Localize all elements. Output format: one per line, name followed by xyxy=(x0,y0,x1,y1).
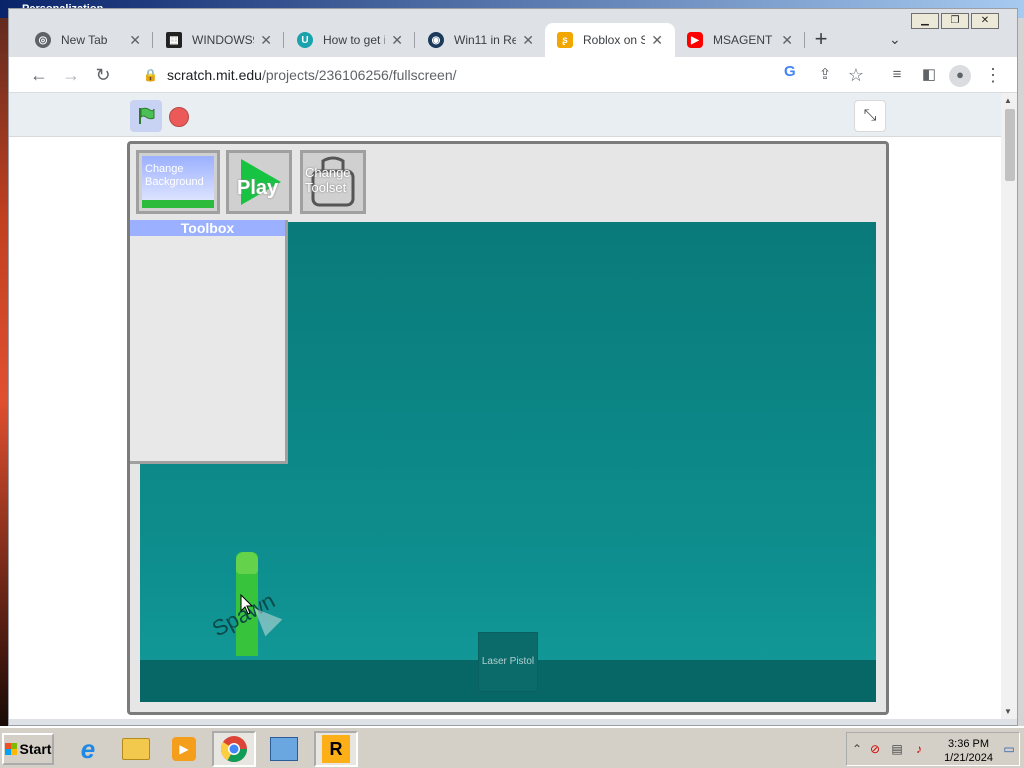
start-button[interactable]: Start xyxy=(2,733,54,765)
side-panel-icon[interactable]: ◧ xyxy=(919,65,939,85)
close-icon[interactable]: ✕ xyxy=(651,32,663,49)
tab-label: How to get if... xyxy=(323,33,385,47)
avatar-head xyxy=(236,552,258,574)
green-flag-icon xyxy=(139,107,155,124)
chrome-icon: ◎ xyxy=(35,32,51,48)
close-icon[interactable]: ✕ xyxy=(391,32,403,49)
close-icon[interactable]: ✕ xyxy=(129,32,141,49)
taskbar: Start e ▶ R ⌃ ⊘ ▤ ♪ 3:36 PM 1/21/2024 ▭ xyxy=(0,726,1024,768)
internet-explorer-icon[interactable]: e xyxy=(66,731,110,767)
project-stage[interactable]: Change Background Play Change Toolset To… xyxy=(127,141,889,715)
file-explorer-icon[interactable] xyxy=(114,731,158,767)
tab-msagent[interactable]: ▶ MSAGENT Re... ✕ xyxy=(675,23,805,57)
exit-fullscreen-icon: ⤡ xyxy=(863,107,877,124)
toolbox-title: Toolbox xyxy=(130,220,285,236)
change-toolset-label: Change Toolset xyxy=(305,165,351,195)
page-scrollbar[interactable]: ▲ ▼ xyxy=(1001,93,1017,719)
chrome-taskbar-icon[interactable] xyxy=(212,731,256,767)
exit-fullscreen-button[interactable]: ⤡ xyxy=(854,100,886,132)
grass-strip xyxy=(142,200,214,208)
lock-icon: 🔒 xyxy=(143,68,158,82)
scratch-icon: ʂ xyxy=(557,32,573,48)
tab-separator xyxy=(283,32,284,48)
back-arrow-icon[interactable]: ← xyxy=(29,65,49,85)
change-toolset-button[interactable]: Change Toolset xyxy=(300,150,366,214)
page-viewport: ⤡ Change Background Play Change Toolset … xyxy=(9,93,1003,719)
address-bar[interactable]: 🔒 scratch.mit.edu/projects/236106256/ful… xyxy=(133,61,891,89)
tab-label: Win11 in Rea... xyxy=(454,33,517,47)
scroll-up-arrow-icon[interactable]: ▲ xyxy=(1004,96,1012,105)
clock-date: 1/21/2024 xyxy=(944,752,993,764)
show-desktop-icon[interactable]: ▭ xyxy=(1001,741,1017,757)
browser-window: ◎ New Tab ✕ ▦ WINDOWS93 ✕ U How to get i… xyxy=(8,8,1018,726)
tray-expand-chevron-icon[interactable]: ⌃ xyxy=(849,741,865,757)
close-icon[interactable]: ✕ xyxy=(522,32,534,49)
play-button[interactable]: Play xyxy=(226,150,292,214)
profile-avatar-icon[interactable]: ● xyxy=(949,65,971,87)
tab-win11[interactable]: ◉ Win11 in Rea... ✕ xyxy=(416,23,546,57)
control-panel-icon[interactable] xyxy=(262,731,306,767)
change-background-label: Change Background xyxy=(145,163,204,188)
game-viewport[interactable]: Toolbox Laser Pistol Spawn xyxy=(130,220,876,702)
volume-muted-icon[interactable]: ♪ xyxy=(911,741,927,757)
u-icon: U xyxy=(297,32,313,48)
mouse-cursor-icon xyxy=(240,594,254,615)
windows93-icon: ▦ xyxy=(166,32,182,48)
win11-icon: ◉ xyxy=(428,32,444,48)
stop-button[interactable] xyxy=(169,107,189,127)
media-player-icon[interactable]: ▶ xyxy=(162,731,206,767)
network-status-icon[interactable]: ⊘ xyxy=(867,741,883,757)
close-icon[interactable]: ✕ xyxy=(781,32,793,49)
tab-label: New Tab xyxy=(61,33,108,47)
system-tray: ⌃ ⊘ ▤ ♪ 3:36 PM 1/21/2024 ▭ xyxy=(846,732,1020,766)
tab-roblox-on-scratch[interactable]: ʂ Roblox on Sc... ✕ xyxy=(545,23,675,57)
toolbox-panel: Toolbox xyxy=(130,220,288,464)
minimize-button[interactable]: ▁ xyxy=(911,13,939,29)
restore-button[interactable]: ❐ xyxy=(941,13,969,29)
scratch-player-menu-bar: ⤡ xyxy=(9,93,1003,137)
google-lens-icon[interactable]: G xyxy=(784,63,796,80)
tab-label: Roblox on Sc... xyxy=(583,33,646,47)
tab-separator xyxy=(804,32,805,48)
tab-label: MSAGENT Re... xyxy=(713,33,775,47)
url-host: scratch.mit.edu xyxy=(167,67,262,83)
browser-toolbar: ← → ↻ 🔒 scratch.mit.edu/projects/2361062… xyxy=(9,57,1017,93)
scrollbar-thumb[interactable] xyxy=(1005,109,1015,181)
tab-label: WINDOWS93 xyxy=(192,33,254,47)
windows-logo-icon xyxy=(4,743,17,755)
play-label: Play xyxy=(237,177,279,199)
share-icon[interactable]: ⇪ xyxy=(815,65,835,85)
new-tab-button[interactable]: + xyxy=(809,28,833,50)
youtube-icon: ▶ xyxy=(687,32,703,48)
device-icon[interactable]: ▤ xyxy=(889,741,905,757)
tab-strip: ◎ New Tab ✕ ▦ WINDOWS93 ✕ U How to get i… xyxy=(9,9,1017,57)
tab-separator xyxy=(414,32,415,48)
green-flag-button[interactable] xyxy=(130,100,162,132)
change-background-button[interactable]: Change Background xyxy=(136,150,220,214)
media-queue-icon[interactable]: ≡ xyxy=(887,65,907,85)
start-label: Start xyxy=(19,741,52,757)
tab-how-to-get[interactable]: U How to get if... ✕ xyxy=(285,23,415,57)
window-controls: ▁ ❐ ✕ xyxy=(911,13,999,29)
scroll-down-arrow-icon[interactable]: ▼ xyxy=(1004,707,1012,716)
rockstar-app-icon[interactable]: R xyxy=(314,731,358,767)
tab-separator xyxy=(152,32,153,48)
tab-windows93[interactable]: ▦ WINDOWS93 ✕ xyxy=(154,23,284,57)
forward-arrow-icon[interactable]: → xyxy=(61,65,81,85)
close-window-button[interactable]: ✕ xyxy=(971,13,999,29)
system-clock[interactable]: 3:36 PM 1/21/2024 xyxy=(944,737,993,765)
close-icon[interactable]: ✕ xyxy=(260,32,272,49)
url-path: /projects/236106256/fullscreen/ xyxy=(261,67,457,83)
tab-new-tab[interactable]: ◎ New Tab ✕ xyxy=(23,23,153,57)
reload-icon[interactable]: ↻ xyxy=(93,65,113,85)
laser-pistol-item[interactable]: Laser Pistol xyxy=(478,632,538,692)
clock-time: 3:36 PM xyxy=(948,738,990,750)
tab-search-chevron-icon[interactable]: ⌄ xyxy=(889,31,901,48)
bookmark-star-icon[interactable]: ☆ xyxy=(846,65,866,85)
chrome-icon xyxy=(220,736,248,763)
menu-kebab-icon[interactable]: ⋮ xyxy=(983,65,1003,85)
